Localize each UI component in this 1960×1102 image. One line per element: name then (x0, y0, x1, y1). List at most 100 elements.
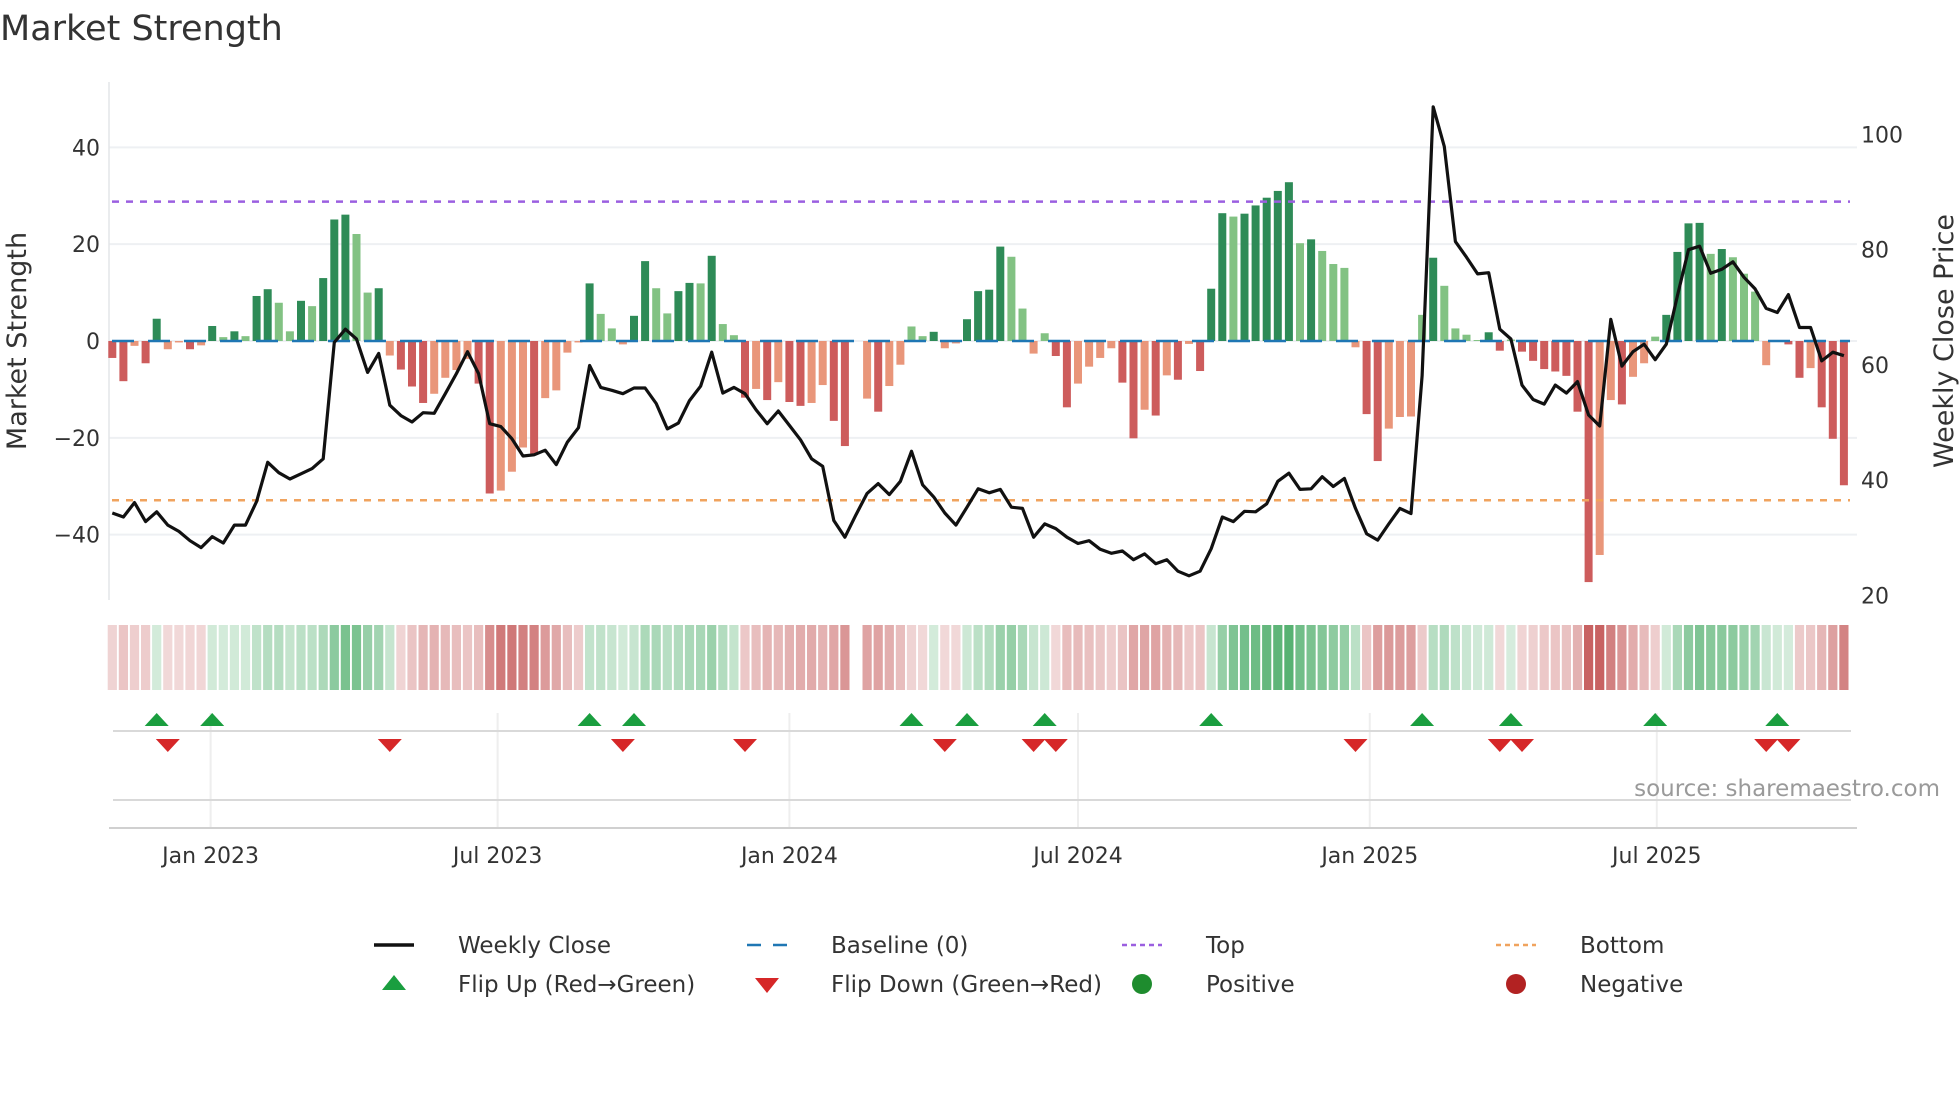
negative-bar (1839, 341, 1848, 486)
positive-bar (1651, 336, 1660, 341)
heat-cell-positive (1450, 625, 1460, 690)
flip-up-marker (1032, 713, 1057, 726)
heat-cell-negative (163, 625, 173, 690)
positive-bar (274, 302, 283, 341)
negative-bar (1196, 341, 1205, 372)
x-axis-ticks: Jan 2023 Jul 2023 Jan 2024 Jul 2024 Jan 2025… (160, 844, 1701, 869)
heat-cell-negative (918, 625, 928, 690)
negative-bar (1107, 341, 1116, 349)
heat-cell-negative (1606, 625, 1616, 690)
heat-cell-positive (962, 625, 972, 690)
positive-bar (1218, 213, 1227, 341)
negative-bar (419, 341, 428, 403)
legend-label: Negative (1580, 972, 1683, 998)
negative-bar (1395, 341, 1404, 418)
positive-bar (1307, 239, 1316, 341)
negative-bar (430, 341, 439, 394)
negative-bar (1062, 341, 1071, 408)
positive-bar (1340, 267, 1349, 341)
flip-down-marker (1510, 739, 1534, 752)
positive-bar (308, 306, 317, 341)
positive-bar (1296, 243, 1304, 341)
negative-bar (1551, 341, 1560, 372)
negative-bar (408, 341, 416, 387)
x-tick-label: Jul 2023 (451, 844, 543, 869)
positive-bar (607, 328, 616, 341)
heat-cell-positive (684, 625, 695, 690)
heat-cell-positive (318, 625, 328, 690)
heat-cell-negative (474, 625, 484, 690)
heat-cell-positive (1029, 625, 1039, 690)
positive-bar (152, 318, 161, 341)
heat-cell-negative (818, 625, 828, 690)
heat-cell-positive (1506, 625, 1516, 690)
heat-cell-negative (1173, 625, 1183, 690)
heat-cell-positive (207, 625, 217, 690)
heat-cell-positive (296, 625, 306, 690)
heat-cell-negative (1628, 625, 1638, 690)
heat-cell-positive (1750, 625, 1760, 690)
positive-bar (907, 326, 916, 341)
heat-cell-negative (1639, 625, 1649, 690)
heat-cell-positive (618, 625, 628, 690)
heat-cell-positive (1761, 625, 1771, 690)
flip-up-marker (144, 713, 169, 726)
heat-cell-positive (340, 625, 350, 690)
heat-cell-negative (141, 625, 151, 690)
positive-bar (974, 291, 983, 341)
negative-bar (1051, 341, 1060, 357)
flip-up-marker (1199, 713, 1224, 726)
heat-cell-negative (1561, 625, 1571, 690)
heat-cell-positive (240, 625, 251, 690)
positive-bar (985, 289, 994, 341)
positive-bar (285, 331, 294, 341)
heat-cell-positive (263, 625, 273, 690)
positive-bar (352, 234, 361, 341)
positive-bar (1262, 197, 1271, 341)
flip-down-marker (1343, 739, 1368, 752)
positive-bar (374, 288, 383, 341)
heat-cell-negative (1584, 625, 1594, 690)
negative-dot-icon (1506, 974, 1526, 994)
heat-cell-positive (1717, 625, 1727, 690)
heat-cell-negative (1839, 625, 1849, 690)
positive-bar (1007, 256, 1016, 341)
heat-cell-positive (1339, 625, 1349, 690)
y2-tick-label: 40 (1861, 469, 1889, 494)
heat-cell-negative (573, 625, 584, 690)
heat-cell-positive (1484, 625, 1494, 690)
y2-tick-label: 100 (1861, 123, 1903, 148)
heat-cell-negative (429, 625, 439, 690)
negative-bar (1173, 341, 1182, 380)
heat-cell-negative (751, 625, 761, 690)
positive-bar (652, 288, 661, 341)
positive-bar (1440, 285, 1449, 341)
positive-bar (341, 214, 350, 341)
heat-cell-negative (1140, 625, 1150, 690)
heat-cell-positive (152, 625, 162, 690)
negative-bar (441, 341, 450, 378)
regime-heat-strip (107, 625, 1849, 690)
heat-cell-negative (1806, 625, 1816, 690)
negative-bar (1584, 341, 1593, 583)
flip-down-marker (1776, 739, 1801, 752)
market-strength-chart: Market Strength −40−2002040 20406080100 … (0, 9, 1960, 998)
flip-down-marker (1043, 739, 1068, 752)
heat-cell-positive (662, 625, 672, 690)
flip-down-marker (155, 739, 180, 752)
positive-bar (585, 283, 594, 341)
heat-cell-negative (873, 625, 883, 690)
positive-bar (1717, 249, 1726, 341)
negative-bar (885, 341, 894, 387)
positive-bar (663, 313, 672, 341)
positive-bar (263, 289, 272, 341)
heat-cell-positive (1295, 625, 1305, 690)
y-tick-label: 40 (72, 136, 100, 161)
heat-cell-positive (1284, 625, 1294, 690)
legend-label: Positive (1206, 972, 1295, 998)
heat-cell-negative (784, 625, 794, 690)
heat-cell-positive (1273, 625, 1283, 690)
positive-bar (641, 261, 650, 341)
positive-bar (1240, 213, 1249, 341)
positive-bar (297, 300, 305, 341)
